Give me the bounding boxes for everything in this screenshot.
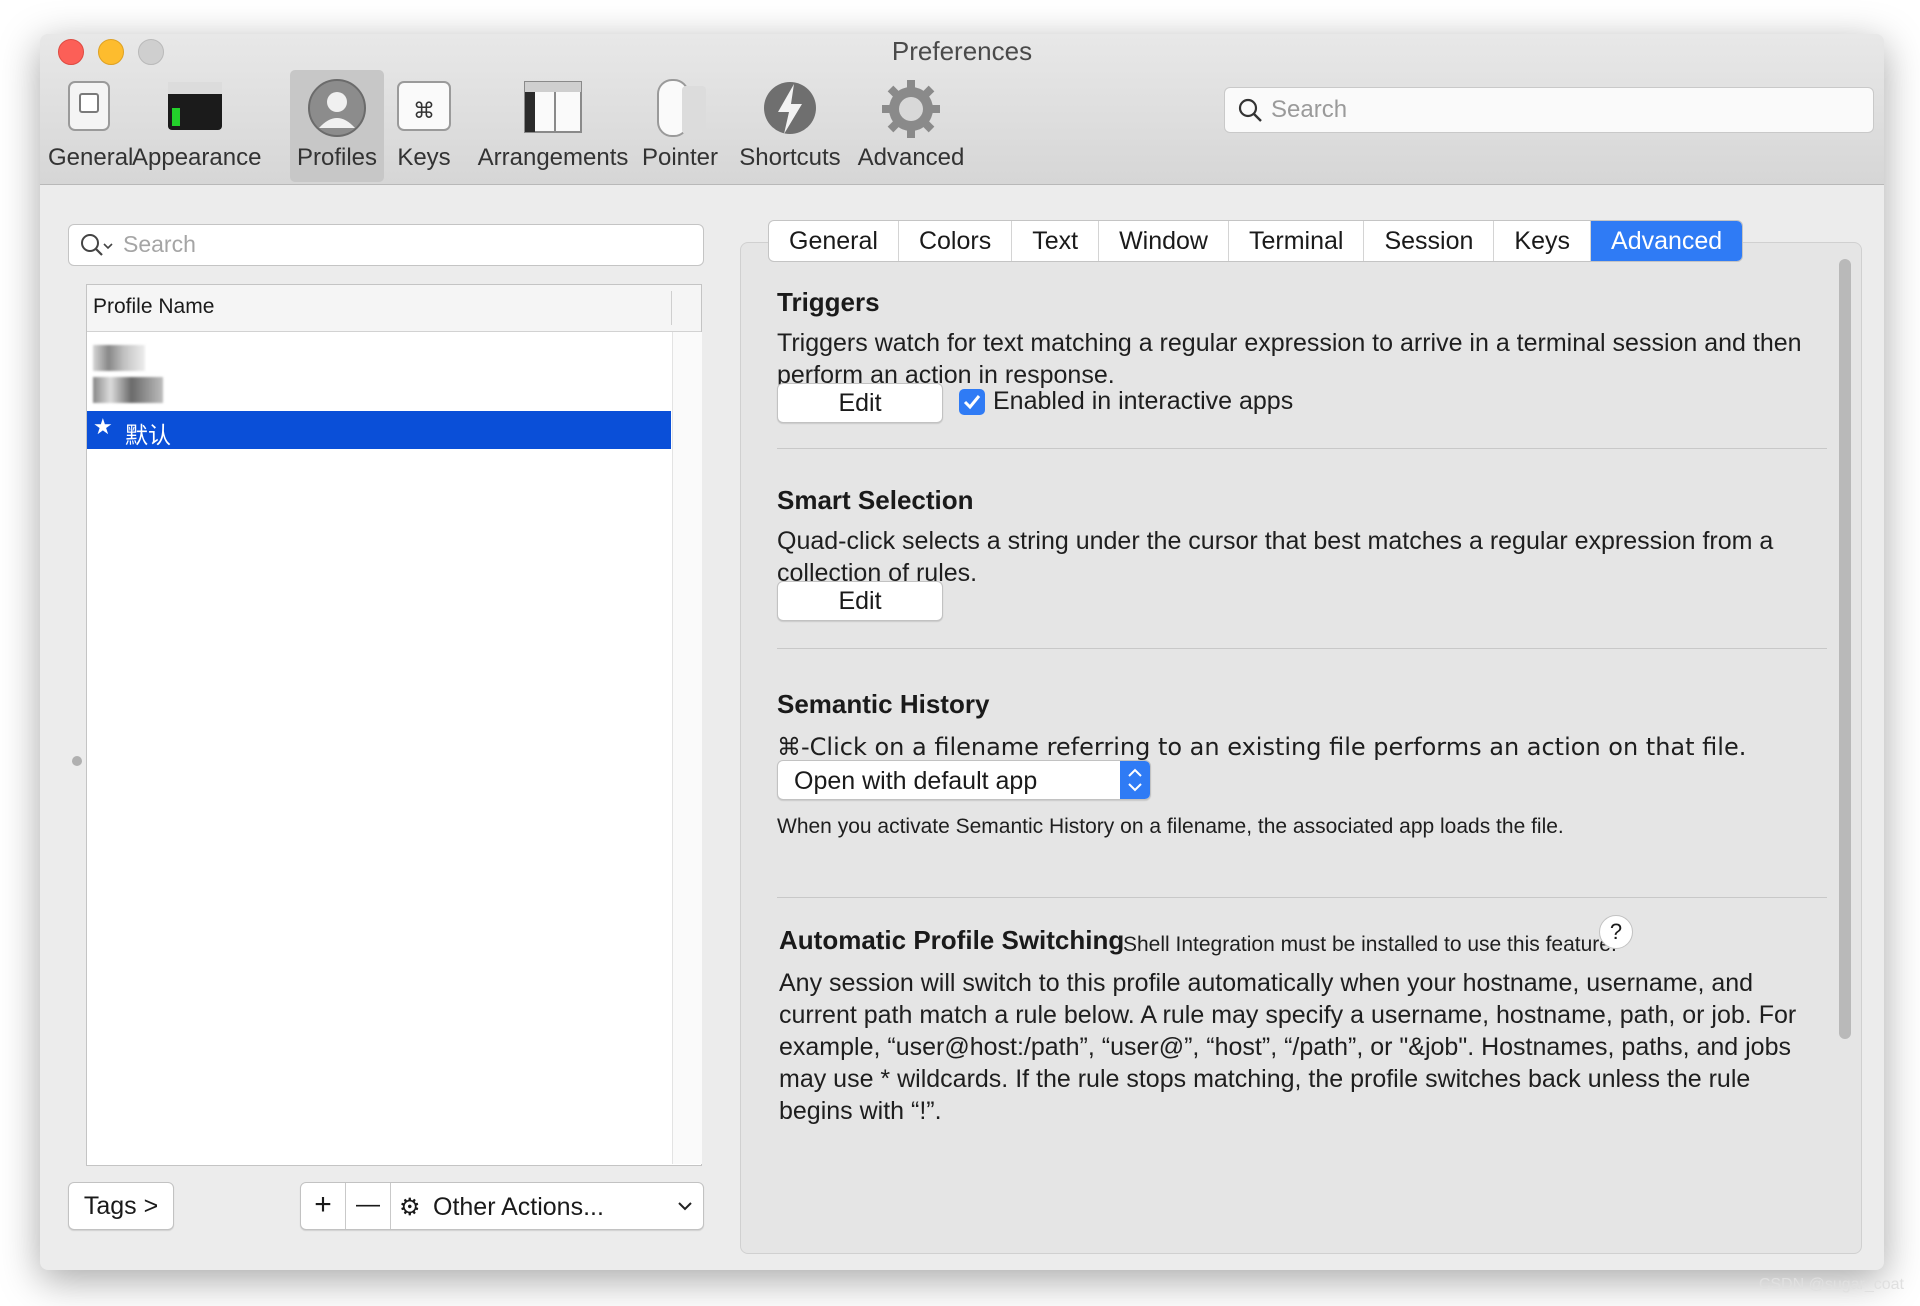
- profile-list-header[interactable]: Profile Name: [87, 285, 701, 332]
- toolbar-profiles[interactable]: Profiles: [290, 70, 384, 182]
- split-handle[interactable]: [72, 756, 82, 766]
- person-silhouette-icon: [307, 78, 367, 145]
- search-dropdown-icon: [79, 231, 115, 264]
- profile-row-selected[interactable]: ★ 默认: [87, 411, 671, 449]
- smart-selection-edit-button[interactable]: Edit: [777, 581, 943, 621]
- chevron-down-icon: [678, 1202, 692, 1211]
- search-icon: [1237, 97, 1263, 128]
- profile-row[interactable]: [87, 371, 671, 409]
- toolbar-general[interactable]: General: [48, 70, 134, 182]
- toolbar-appearance[interactable]: Appearance: [132, 70, 262, 182]
- titlebar: Preferences General Appearance Profiles …: [40, 34, 1884, 185]
- tab-session[interactable]: Session: [1364, 221, 1495, 261]
- toolbar-label: Shortcuts: [739, 144, 841, 171]
- auto-switching-note: Shell Integration must be installed to u…: [1123, 933, 1617, 956]
- toolbar-label: Profiles: [296, 144, 378, 171]
- divider: [777, 648, 1827, 649]
- lightning-bolt-icon: [762, 78, 818, 145]
- search-placeholder: Search: [1271, 96, 1348, 123]
- toolbar-label: Advanced: [857, 144, 965, 171]
- semantic-history-selected: Open with default app: [794, 767, 1038, 795]
- mouse-icon: [650, 78, 710, 145]
- preferences-search-input[interactable]: Search: [1224, 87, 1874, 133]
- semantic-history-title: Semantic History: [777, 689, 990, 719]
- profile-settings-pane: Triggers Triggers watch for text matchin…: [740, 184, 1870, 1254]
- tab-colors[interactable]: Colors: [899, 221, 1013, 261]
- gear-icon: [880, 78, 942, 147]
- blurred-profile-name: [93, 345, 145, 371]
- tags-button[interactable]: Tags >: [68, 1182, 174, 1230]
- tab-text[interactable]: Text: [1012, 221, 1100, 261]
- triggers-title: Triggers: [777, 287, 880, 317]
- toolbar-label: Arrangements: [477, 144, 629, 171]
- panel-scrollbar[interactable]: [1839, 259, 1851, 1039]
- smart-selection-title: Smart Selection: [777, 485, 974, 515]
- toolbar-advanced[interactable]: Advanced: [850, 70, 972, 182]
- svg-text:⌘: ⌘: [413, 99, 435, 124]
- profile-row[interactable]: [87, 337, 671, 375]
- checkmark-icon: [963, 395, 981, 410]
- window-arrangement-icon: [521, 78, 585, 143]
- tab-terminal[interactable]: Terminal: [1229, 221, 1365, 261]
- help-button[interactable]: ?: [1599, 915, 1633, 949]
- other-actions-label: Other Actions...: [433, 1193, 604, 1221]
- toolbar-pointer[interactable]: Pointer: [636, 70, 724, 182]
- triggers-edit-button[interactable]: Edit: [777, 383, 943, 423]
- divider: [777, 897, 1827, 898]
- preferences-window: Preferences General Appearance Profiles …: [40, 34, 1884, 1270]
- profile-actions-bar: + — ⚙ Other Actions...: [300, 1182, 704, 1230]
- semantic-history-desc: ⌘-Click on a filename referring to an ex…: [777, 733, 1747, 761]
- tab-advanced[interactable]: Advanced: [1591, 221, 1743, 261]
- divider: [777, 448, 1827, 449]
- search-placeholder: Search: [123, 231, 196, 257]
- window-title: Preferences: [891, 36, 1033, 66]
- blurred-profile-name: [93, 377, 163, 403]
- add-profile-button[interactable]: +: [301, 1183, 346, 1229]
- profile-list: Profile Name ★ 默认: [86, 284, 702, 1166]
- tab-window[interactable]: Window: [1099, 221, 1229, 261]
- semantic-history-select[interactable]: Open with default app: [777, 760, 1151, 800]
- toolbar-keys[interactable]: ⌘ Keys: [390, 70, 458, 182]
- select-stepper-icon: [1120, 761, 1150, 799]
- toolbar-label: General: [48, 144, 134, 171]
- enabled-interactive-apps-checkbox[interactable]: [959, 389, 985, 415]
- toolbar-shortcuts[interactable]: Shortcuts: [728, 70, 852, 182]
- auto-switching-desc: Any session will switch to this profile …: [779, 969, 1797, 1125]
- watermark: CSDN @sugar_coat: [1758, 1276, 1904, 1293]
- profiles-pane: Search Profile Name ★ 默认 Tags > + — ⚙ Ot…: [40, 184, 720, 1270]
- column-header-profile-name: Profile Name: [93, 295, 215, 318]
- column-divider: [671, 291, 672, 325]
- command-key-icon: ⌘: [396, 78, 452, 141]
- profile-name: 默认: [125, 423, 171, 449]
- auto-switching-title: Automatic Profile Switching: [779, 925, 1125, 955]
- list-scroll-track: [672, 332, 702, 1164]
- toolbar-label: Pointer: [641, 144, 719, 171]
- smart-selection-desc: Quad-click selects a string under the cu…: [777, 527, 1774, 587]
- gear-icon: ⚙: [399, 1193, 421, 1221]
- enabled-interactive-apps-label: Enabled in interactive apps: [993, 387, 1294, 415]
- tab-general[interactable]: General: [769, 221, 899, 261]
- remove-profile-button[interactable]: —: [346, 1183, 391, 1229]
- toolbar-label: Keys: [397, 144, 451, 171]
- profile-tabs: General Colors Text Window Terminal Sess…: [768, 220, 1744, 262]
- tab-keys[interactable]: Keys: [1494, 221, 1592, 261]
- semantic-history-note: When you activate Semantic History on a …: [777, 815, 1564, 838]
- star-icon: ★: [93, 415, 113, 440]
- toolbar-arrangements[interactable]: Arrangements: [472, 70, 634, 182]
- profile-search-input[interactable]: Search: [68, 224, 704, 266]
- advanced-panel: Triggers Triggers watch for text matchin…: [740, 242, 1862, 1254]
- triggers-desc: Triggers watch for text matching a regul…: [777, 329, 1802, 389]
- toolbar-label: Appearance: [132, 144, 262, 171]
- other-actions-menu[interactable]: ⚙ Other Actions...: [391, 1183, 703, 1229]
- general-switch-icon: [66, 78, 112, 141]
- appearance-terminal-icon: [166, 78, 224, 141]
